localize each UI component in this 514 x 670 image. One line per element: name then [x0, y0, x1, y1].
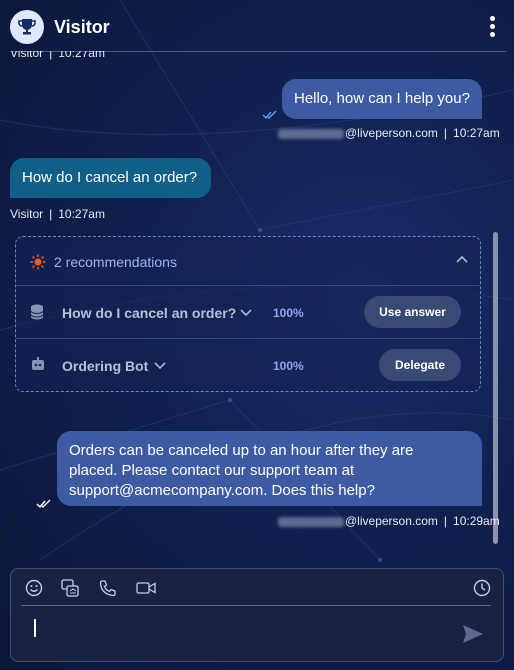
agent-message-meta: @liveperson.com | 10:29am: [278, 514, 500, 528]
trophy-logo-icon: [10, 10, 44, 44]
visitor-message-bubble: How do I cancel an order?: [10, 158, 211, 198]
message-time: 10:27am: [453, 126, 500, 140]
agent-message-bubble: Hello, how can I help you?: [282, 79, 482, 119]
message-time: 10:27am: [58, 207, 105, 221]
delegate-button[interactable]: Delegate: [379, 349, 461, 381]
message-input[interactable]: [41, 615, 455, 647]
page-title: Visitor: [54, 17, 110, 37]
recommendation-item: How do I cancel an order? 100% Use answe…: [16, 285, 480, 339]
message-text-line: Orders can be canceled up to an hour aft…: [69, 442, 414, 459]
recommendation-label: How do I cancel an order?: [62, 305, 237, 321]
message-composer: [10, 568, 504, 662]
database-icon: [30, 304, 44, 320]
chevron-up-icon[interactable]: [456, 255, 468, 263]
agent-email-domain: @liveperson.com: [345, 514, 438, 528]
agent-message-meta: @liveperson.com | 10:27am: [278, 126, 500, 140]
confidence-score: 100%: [273, 306, 304, 320]
recommendations-title: 2 recommendations: [54, 254, 177, 270]
scrollbar[interactable]: [493, 232, 498, 544]
recommendation-item: Ordering Bot 100% Delegate: [16, 338, 480, 392]
clock-icon[interactable]: [473, 579, 491, 597]
message-text-line: support@acmecompany.com. Does this help?: [69, 482, 375, 499]
bot-icon: [32, 357, 44, 370]
redacted-username: [278, 128, 344, 139]
delivered-ticks-icon: [36, 499, 51, 509]
phone-icon[interactable]: [99, 579, 117, 597]
recommendations-panel: 2 recommendations How do I cancel an ord…: [15, 236, 481, 392]
chat-header: Visitor: [0, 0, 514, 52]
redacted-username: [278, 516, 344, 527]
confidence-score: 100%: [273, 359, 304, 373]
message-text: How do I cancel an order?: [22, 169, 198, 186]
agent-message-bubble: Orders can be canceled up to an hour aft…: [57, 431, 482, 506]
recommendation-label: Ordering Bot: [62, 358, 149, 374]
text-cursor: [34, 619, 36, 637]
use-answer-button[interactable]: Use answer: [364, 296, 461, 328]
video-icon[interactable]: [136, 579, 156, 597]
chevron-down-icon[interactable]: [240, 309, 252, 317]
send-icon[interactable]: [462, 624, 484, 644]
emoji-icon[interactable]: [25, 579, 43, 597]
recommendations-header[interactable]: 2 recommendations: [16, 237, 480, 285]
message-text-line: placed. Please contact our support team …: [69, 462, 355, 479]
sun-icon: [30, 254, 46, 270]
message-text: Hello, how can I help you?: [294, 90, 470, 107]
chevron-down-icon[interactable]: [154, 362, 166, 370]
visitor-message-meta: Visitor | 10:27am: [10, 207, 105, 221]
message-time: 10:29am: [453, 514, 500, 528]
read-ticks-icon: [262, 110, 277, 120]
composer-divider: [21, 605, 491, 606]
more-options-icon[interactable]: [486, 16, 498, 40]
composer-toolbar: [11, 569, 503, 605]
agent-email-domain: @liveperson.com: [345, 126, 438, 140]
sender-name: Visitor: [10, 207, 44, 221]
canned-responses-icon[interactable]: [61, 579, 79, 597]
